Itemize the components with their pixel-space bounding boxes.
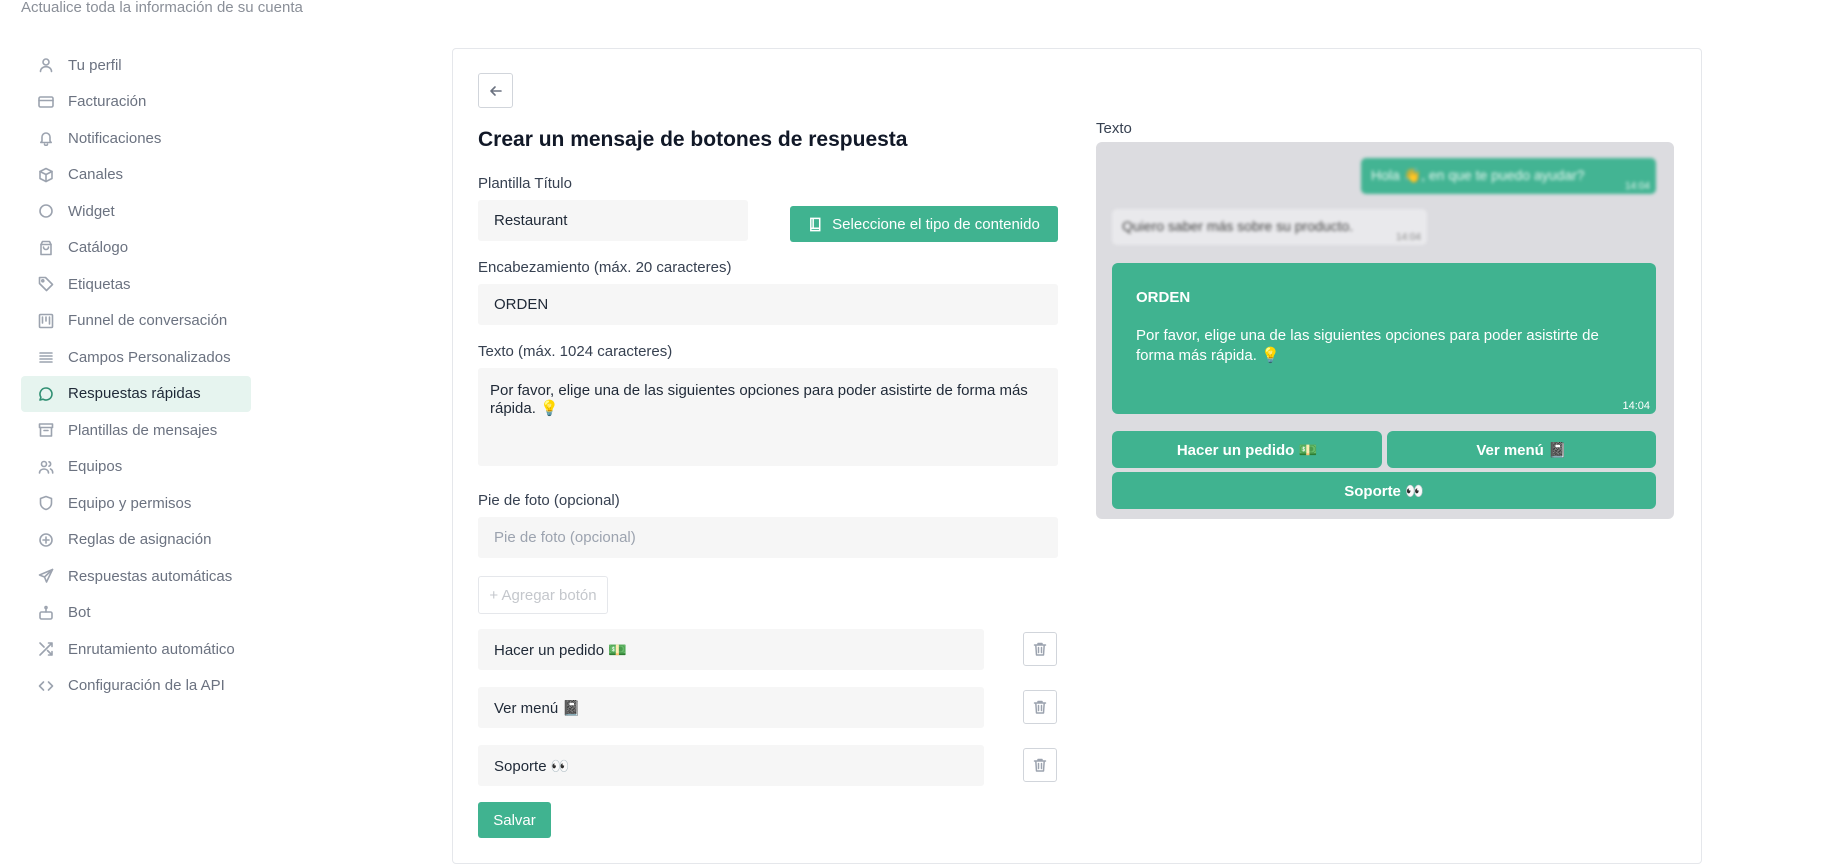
sidebar-item-etiquetas[interactable]: Etiquetas — [21, 266, 251, 303]
sidebar-item-label: Bot — [68, 604, 91, 622]
text-textarea[interactable]: Por favor, elige una de las siguientes o… — [478, 368, 1058, 466]
sidebar-item-label: Respuestas rápidas — [68, 385, 201, 403]
sidebar-item-label: Etiquetas — [68, 275, 131, 293]
preview-reply-button-1[interactable]: Hacer un pedido 💵 — [1112, 431, 1382, 468]
sidebar-item-notificaciones[interactable]: Notificaciones — [21, 120, 251, 157]
select-content-type-button[interactable]: Seleccione el tipo de contenido — [790, 206, 1058, 242]
sidebar-item-label: Configuración de la API — [68, 677, 225, 695]
add-button[interactable]: + Agregar botón — [478, 576, 608, 614]
trash-icon — [1033, 700, 1047, 714]
template-title-label: Plantilla Título — [478, 175, 572, 192]
bot-icon — [38, 605, 54, 621]
list-icon — [38, 349, 54, 365]
sidebar-item-label: Enrutamiento automático — [68, 640, 235, 658]
users-icon — [38, 459, 54, 475]
footer-input[interactable]: Pie de foto (opcional) — [478, 517, 1058, 558]
reply-button-input-1[interactable]: Hacer un pedido 💵 — [478, 629, 984, 670]
preview-message-body: Por favor, elige una de las siguientes o… — [1136, 327, 1599, 364]
tag-icon — [38, 276, 54, 292]
preview-message-header: ORDEN — [1136, 289, 1191, 306]
code-icon — [38, 678, 54, 694]
preview-reply-button-3[interactable]: Soporte 👀 — [1112, 472, 1656, 509]
send-icon — [38, 568, 54, 584]
sidebar-item-respuestas-automaticas[interactable]: Respuestas automáticas — [21, 558, 251, 595]
sample-outgoing-bubble: Hola 👋, en que te puedo ayudar? 14:04 — [1361, 158, 1656, 194]
sidebar-item-canales[interactable]: Canales — [21, 157, 251, 194]
sample-outgoing-text: Hola 👋, en que te puedo ayudar? — [1371, 167, 1585, 183]
sidebar-item-facturacion[interactable]: Facturación — [21, 84, 251, 121]
sidebar-item-tu-perfil[interactable]: Tu perfil — [21, 47, 251, 84]
sidebar-item-reglas[interactable]: Reglas de asignación — [21, 522, 251, 559]
shopping-bag-icon — [38, 240, 54, 256]
plus-circle-icon — [38, 532, 54, 548]
preview-label: Texto — [1096, 120, 1132, 137]
delete-button-1[interactable] — [1023, 632, 1057, 666]
sidebar-item-label: Canales — [68, 166, 124, 184]
sidebar-item-funnel[interactable]: Funnel de conversación — [21, 303, 251, 340]
credit-card-icon — [38, 94, 54, 110]
preview-message-time: 14:04 — [1622, 400, 1650, 412]
sidebar-item-bot[interactable]: Bot — [21, 595, 251, 632]
sidebar-item-label: Reglas de asignación — [68, 531, 212, 549]
sidebar-item-label: Campos Personalizados — [68, 348, 231, 366]
sidebar-item-plantillas[interactable]: Plantillas de mensajes — [21, 412, 251, 449]
sidebar-item-label: Tu perfil — [68, 56, 122, 74]
sidebar-item-label: Notificaciones — [68, 129, 162, 147]
form-title: Crear un mensaje de botones de respuesta — [478, 128, 908, 151]
header-label: Encabezamiento (máx. 20 caracteres) — [478, 259, 732, 276]
preview-reply-button-2[interactable]: Ver menú 📓 — [1387, 431, 1656, 468]
book-icon — [810, 217, 821, 231]
box-icon — [38, 167, 54, 183]
sidebar-item-api[interactable]: Configuración de la API — [21, 668, 251, 705]
sidebar-item-widget[interactable]: Widget — [21, 193, 251, 230]
select-content-type-label: Seleccione el tipo de contenido — [832, 215, 1040, 233]
sample-incoming-bubble: Quiero saber más sobre su producto. 14:0… — [1112, 209, 1427, 245]
trash-icon — [1033, 758, 1047, 772]
columns-icon — [38, 313, 54, 329]
circle-icon — [38, 203, 54, 219]
text-label: Texto (máx. 1024 caracteres) — [478, 343, 673, 360]
settings-sidebar: Tu perfil Facturación Notificaciones Can… — [21, 47, 251, 704]
user-icon — [38, 57, 54, 73]
sidebar-item-label: Equipo y permisos — [68, 494, 192, 512]
sample-incoming-time: 14:04 — [1395, 232, 1421, 243]
preview-message-bubble: ORDEN Por favor, elige una de las siguie… — [1112, 263, 1656, 414]
sidebar-item-label: Catálogo — [68, 239, 129, 257]
sidebar-item-label: Facturación — [68, 93, 147, 111]
sample-outgoing-time: 14:04 — [1624, 181, 1650, 192]
page-subtitle: Actualice toda la información de su cuen… — [21, 0, 303, 16]
sidebar-item-label: Widget — [68, 202, 115, 220]
reply-button-input-2[interactable]: Ver menú 📓 — [478, 687, 984, 728]
sidebar-item-label: Equipos — [68, 458, 123, 476]
sidebar-item-label: Plantillas de mensajes — [68, 421, 218, 439]
reply-button-input-3[interactable]: Soporte 👀 — [478, 745, 984, 786]
back-button[interactable] — [478, 73, 513, 108]
sidebar-item-catalogo[interactable]: Catálogo — [21, 230, 251, 267]
sample-incoming-text: Quiero saber más sobre su producto. — [1122, 218, 1354, 234]
save-button[interactable]: Salvar — [478, 802, 551, 838]
sidebar-item-campos[interactable]: Campos Personalizados — [21, 339, 251, 376]
footer-label: Pie de foto (opcional) — [478, 492, 620, 509]
arrow-left-icon — [488, 83, 504, 99]
sidebar-item-label: Funnel de conversación — [68, 312, 228, 330]
delete-button-3[interactable] — [1023, 748, 1057, 782]
message-preview: Hola 👋, en que te puedo ayudar? 14:04 Qu… — [1096, 142, 1674, 519]
shield-icon — [38, 495, 54, 511]
header-input[interactable]: ORDEN — [478, 284, 1058, 325]
sidebar-item-respuestas-rapidas[interactable]: Respuestas rápidas — [21, 375, 251, 412]
sidebar-item-enrutamiento[interactable]: Enrutamiento automático — [21, 631, 251, 668]
shuffle-icon — [38, 641, 54, 657]
archive-icon — [38, 422, 54, 438]
sidebar-item-equipos[interactable]: Equipos — [21, 449, 251, 486]
delete-button-2[interactable] — [1023, 690, 1057, 724]
sidebar-item-equipo-permisos[interactable]: Equipo y permisos — [21, 485, 251, 522]
bell-icon — [38, 130, 54, 147]
sidebar-item-label: Respuestas automáticas — [68, 567, 233, 585]
message-circle-icon — [38, 386, 54, 402]
quick-reply-editor-card: Crear un mensaje de botones de respuesta… — [452, 48, 1702, 864]
template-title-input[interactable]: Restaurant — [478, 200, 748, 241]
trash-icon — [1033, 642, 1047, 656]
